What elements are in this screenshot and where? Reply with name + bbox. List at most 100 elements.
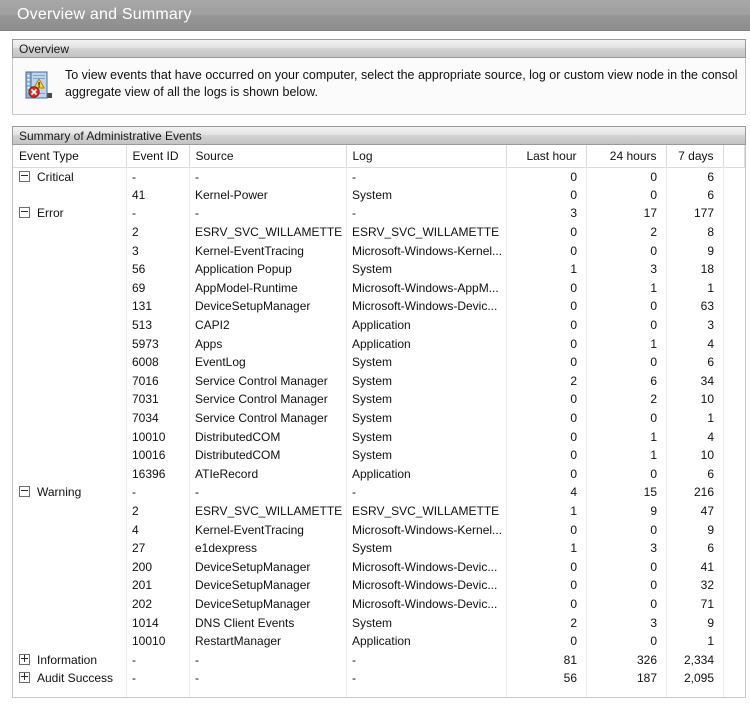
table-row[interactable]: 6008 EventLog System 0 0 6 xyxy=(13,353,745,372)
event-type-label: Warning xyxy=(37,485,82,500)
cell-event-id: - xyxy=(132,485,136,500)
cell-24-hours: 2 xyxy=(650,392,657,407)
table-row[interactable]: 10016 DistributedCOM System 0 1 10 xyxy=(13,446,745,465)
summary-section-header[interactable]: Summary of Administrative Events xyxy=(12,126,746,145)
cell-24-hours: 3 xyxy=(650,615,657,630)
column-header-log[interactable]: Log xyxy=(346,145,507,168)
column-header-event-type[interactable]: Event Type xyxy=(13,145,127,168)
table-row[interactable]: 69 AppModel-Runtime Microsoft-Windows-AppM… xyxy=(13,279,745,298)
cell-event-id: - xyxy=(132,652,136,667)
cell-last-hour: 0 xyxy=(570,336,577,351)
cell-last-hour: 0 xyxy=(570,392,577,407)
cell-log: Microsoft-Windows-AppM... xyxy=(352,280,499,295)
cell-7-days: 4 xyxy=(707,336,714,351)
cell-7-days: 6 xyxy=(707,169,714,184)
cell-event-type xyxy=(13,390,126,409)
cell-event-id: - xyxy=(132,169,136,184)
cell-event-id: 513 xyxy=(132,318,153,333)
cell-24-hours: 0 xyxy=(650,522,657,537)
cell-7-days: 8 xyxy=(707,225,714,240)
summary-grid-container[interactable]: Event Type Event ID Source Log Last hour… xyxy=(12,145,746,698)
cell-event-type xyxy=(13,502,126,521)
table-group-row[interactable]: Critical - - - 0 0 6 xyxy=(13,167,745,186)
cell-filler xyxy=(723,446,745,465)
cell-log: - xyxy=(352,485,356,500)
cell-filler xyxy=(723,427,745,446)
cell-event-type xyxy=(13,632,126,651)
expand-icon[interactable] xyxy=(19,672,30,684)
cell-last-hour: 1 xyxy=(570,541,577,556)
table-row[interactable]: 201 DeviceSetupManager Microsoft-Windows-D… xyxy=(13,576,745,595)
cell-last-hour: 1 xyxy=(570,262,577,277)
table-row[interactable]: 3 Kernel-EventTracing Microsoft-Windows-Ke… xyxy=(13,241,745,260)
collapse-icon[interactable] xyxy=(19,207,30,219)
cell-source: Kernel-EventTracing xyxy=(195,522,304,537)
cell-event-id: 16396 xyxy=(132,466,166,481)
cell-filler xyxy=(723,167,745,186)
table-row[interactable]: 200 DeviceSetupManager Microsoft-Windows-D… xyxy=(13,557,745,576)
table-row[interactable]: 7031 Service Control Manager System 0 2 10 xyxy=(13,390,745,409)
cell-24-hours: 0 xyxy=(650,243,657,258)
table-row[interactable]: 16396 ATIeRecord Application 0 0 6 xyxy=(13,465,745,484)
table-row[interactable]: 4 Kernel-EventTracing Microsoft-Windows-Ke… xyxy=(13,520,745,539)
column-header-event-id[interactable]: Event ID xyxy=(126,145,190,168)
table-row[interactable]: 10010 DistributedCOM System 0 1 4 xyxy=(13,427,745,446)
table-row[interactable]: 2 ESRV_SVC_WILLAMETTE ESRV_SVC_WILLAMETTE 0… xyxy=(13,223,745,242)
cell-log: Application xyxy=(352,466,411,481)
table-row[interactable]: 1014 DNS Client Events System 2 3 9 xyxy=(13,613,745,632)
cell-7-days: 18 xyxy=(700,262,714,277)
cell-last-hour: 3 xyxy=(570,206,577,221)
cell-event-id: 5973 xyxy=(132,336,159,351)
cell-last-hour: 0 xyxy=(570,318,577,333)
cell-source: - xyxy=(195,485,199,500)
cell-filler xyxy=(723,186,745,205)
cell-filler xyxy=(723,650,745,669)
table-row[interactable]: 202 DeviceSetupManager Microsoft-Windows-D… xyxy=(13,595,745,614)
table-group-row[interactable]: Error - - - 3 17 177 xyxy=(13,204,745,223)
summary-events-table: Event Type Event ID Source Log Last hour… xyxy=(13,145,745,688)
cell-7-days: 1 xyxy=(707,280,714,295)
table-group-row[interactable]: Warning - - - 4 15 216 xyxy=(13,483,745,502)
table-row[interactable]: 10010 RestartManager Application 0 0 1 xyxy=(13,632,745,651)
table-group-row[interactable]: Information - - - 81 326 2,334 xyxy=(13,650,745,669)
cell-last-hour: 0 xyxy=(570,634,577,649)
cell-source: ESRV_SVC_WILLAMETTE xyxy=(195,225,343,240)
cell-7-days: 216 xyxy=(693,485,714,500)
cell-24-hours: 0 xyxy=(650,355,657,370)
collapse-icon[interactable] xyxy=(19,170,30,182)
column-header-last-hour[interactable]: Last hour xyxy=(506,145,587,168)
collapse-icon[interactable] xyxy=(19,486,30,498)
table-row[interactable]: 7016 Service Control Manager System 2 6 34 xyxy=(13,372,745,391)
cell-7-days: 63 xyxy=(700,299,714,314)
cell-event-id: 131 xyxy=(132,299,153,314)
table-row[interactable]: 56 Application Popup System 1 3 18 xyxy=(13,260,745,279)
column-header-24-hours[interactable]: 24 hours xyxy=(586,145,667,168)
cell-log: Microsoft-Windows-Devic... xyxy=(352,596,498,611)
column-divider-4 xyxy=(506,167,507,697)
cell-7-days: 10 xyxy=(700,392,714,407)
table-row[interactable]: 131 DeviceSetupManager Microsoft-Windows-D… xyxy=(13,297,745,316)
table-row[interactable]: 7034 Service Control Manager System 0 0 1 xyxy=(13,409,745,428)
cell-event-type xyxy=(13,223,126,242)
cell-last-hour: 2 xyxy=(570,615,577,630)
cell-log: System xyxy=(352,411,393,426)
expand-icon[interactable] xyxy=(19,653,30,665)
table-row[interactable]: 5973 Apps Application 0 1 4 xyxy=(13,334,745,353)
cell-event-type xyxy=(13,613,126,632)
cell-24-hours: 0 xyxy=(650,169,657,184)
column-header-7-days[interactable]: 7 days xyxy=(666,145,724,168)
table-row[interactable]: 513 CAPI2 Application 0 0 3 xyxy=(13,316,745,335)
column-header-source[interactable]: Source xyxy=(189,145,347,168)
table-group-row[interactable]: Audit Success - - - 56 187 2,095 xyxy=(13,669,745,688)
cell-event-id: 10010 xyxy=(132,429,166,444)
cell-7-days: 4 xyxy=(707,429,714,444)
cell-event-type xyxy=(13,446,126,465)
overview-section-header[interactable]: Overview xyxy=(12,39,746,58)
cell-log: ESRV_SVC_WILLAMETTE xyxy=(352,503,500,518)
table-row[interactable]: 27 e1dexpress System 1 3 6 xyxy=(13,539,745,558)
table-row[interactable]: 2 ESRV_SVC_WILLAMETTE ESRV_SVC_WILLAMETTE 1… xyxy=(13,502,745,521)
table-row[interactable]: 41 Kernel-Power System 0 0 6 xyxy=(13,186,745,205)
cell-24-hours: 0 xyxy=(650,578,657,593)
event-type-label: Audit Success xyxy=(37,671,114,686)
cell-source: - xyxy=(195,169,199,184)
